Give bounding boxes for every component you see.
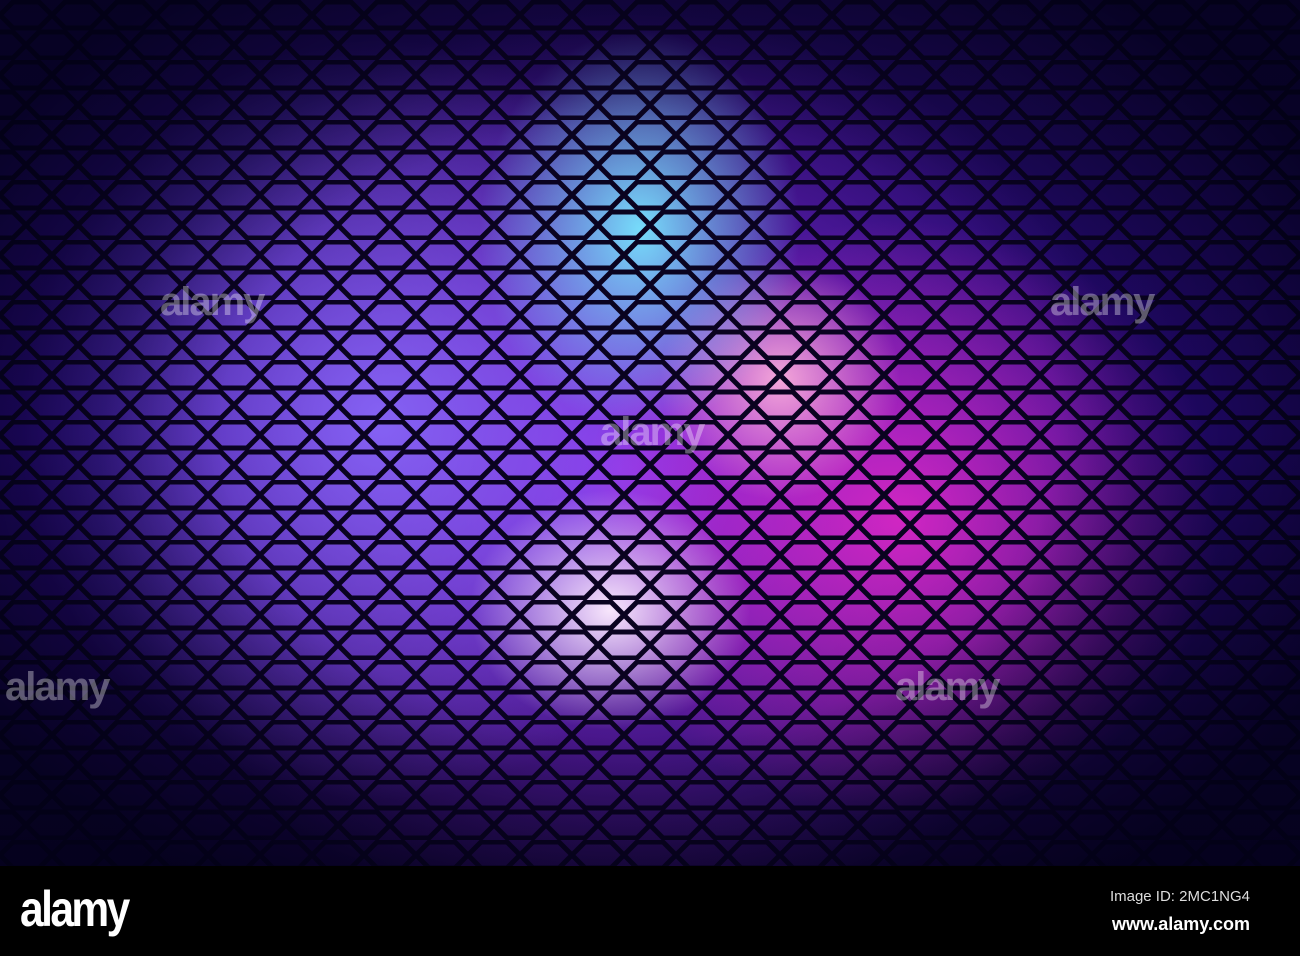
watermark-bar: alamy Image ID: 2MC1NG4 www.alamy.com [0, 866, 1300, 956]
watermark-logo: alamy [600, 410, 705, 454]
site-url: www.alamy.com [1111, 914, 1250, 934]
watermark-logo: alamy [160, 280, 265, 324]
image-id: Image ID: 2MC1NG4 [1109, 888, 1250, 905]
alamy-logo: alamy [20, 881, 130, 937]
watermark-logo: alamy [1050, 280, 1155, 324]
stock-photo: alamy alamy alamy alamy alamy alamy Imag… [0, 0, 1300, 956]
watermark-logo: alamy [895, 665, 1000, 709]
watermark-logo: alamy [5, 665, 110, 709]
